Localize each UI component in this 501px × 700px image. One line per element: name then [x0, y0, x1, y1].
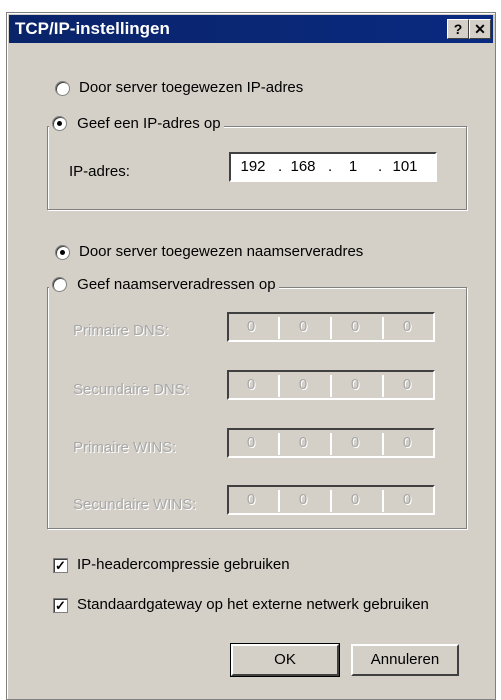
ip-octet: 0: [350, 376, 360, 393]
octet-separator: [278, 375, 280, 397]
ok-button[interactable]: OK: [230, 643, 340, 677]
ip-octet: 0: [246, 376, 256, 393]
ip-octet: 0: [246, 318, 256, 335]
ip-octet: 0: [298, 434, 308, 451]
tcpip-dialog: TCP/IP-instellingen ? ✕ Door server toeg…: [6, 12, 496, 700]
ip-octet: 0: [246, 434, 256, 451]
ip-octet: 0: [402, 376, 412, 393]
ip-octet: 0: [402, 491, 412, 508]
ip-octet: 168: [290, 158, 316, 175]
ip-octet: 0: [402, 318, 412, 335]
octet-separator: [278, 317, 280, 339]
primary-dns-label: Primaire DNS:: [73, 322, 169, 339]
ip-octet: 0: [246, 491, 256, 508]
secondary-dns-input[interactable]: 0 0 0 0: [227, 370, 435, 400]
radio-manual-dns[interactable]: [52, 276, 67, 292]
ip-octet: 0: [350, 434, 360, 451]
octet-separator: [330, 490, 332, 512]
secondary-dns-label: Secundaire DNS:: [73, 381, 189, 398]
radio-server-dns-label: Door server toegewezen naamserveradres: [79, 243, 364, 260]
header-compression-label: IP-headercompressie gebruiken: [77, 556, 290, 573]
cancel-button[interactable]: Annuleren: [351, 644, 459, 676]
ip-octet: 0: [350, 318, 360, 335]
primary-wins-label: Primaire WINS:: [73, 439, 177, 456]
ip-octet: 0: [350, 491, 360, 508]
ip-address-input[interactable]: 192 . 168 . 1 . 101: [229, 152, 437, 182]
title-bar: TCP/IP-instellingen ? ✕: [9, 15, 493, 43]
radio-server-dns[interactable]: [55, 245, 70, 260]
ip-octet: 192: [240, 158, 266, 175]
header-compression-checkbox[interactable]: ✓: [53, 558, 68, 573]
default-gateway-label: Standaardgateway op het externe netwerk …: [77, 596, 429, 613]
octet-separator: [330, 375, 332, 397]
radio-manual-dns-label: Geef naamserveradressen op: [77, 275, 276, 293]
radio-server-ip[interactable]: [55, 81, 70, 96]
ip-octet: 0: [298, 491, 308, 508]
radio-manual-ip-label: Geef een IP-adres op: [77, 114, 221, 132]
ip-octet: 0: [298, 376, 308, 393]
dns-group-legend: Geef naamserveradressen op: [49, 275, 279, 293]
octet-separator: [278, 433, 280, 455]
radio-manual-ip[interactable]: [52, 115, 67, 131]
secondary-wins-input[interactable]: 0 0 0 0: [227, 485, 435, 515]
ip-octet: 101: [392, 158, 418, 175]
octet-separator: [382, 490, 384, 512]
octet-separator: [382, 375, 384, 397]
ip-group-legend: Geef een IP-adres op: [49, 114, 224, 132]
help-button[interactable]: ?: [447, 19, 469, 39]
ip-dot: .: [278, 158, 283, 175]
ip-dot: .: [378, 158, 383, 175]
ip-address-label: IP-adres:: [69, 163, 130, 180]
close-button[interactable]: ✕: [469, 19, 491, 39]
octet-separator: [278, 490, 280, 512]
primary-dns-input[interactable]: 0 0 0 0: [227, 312, 435, 342]
window-title: TCP/IP-instellingen: [15, 19, 170, 38]
ip-dot: .: [328, 158, 333, 175]
radio-server-ip-label: Door server toegewezen IP-adres: [79, 79, 304, 96]
octet-separator: [382, 317, 384, 339]
secondary-wins-label: Secundaire WINS:: [73, 496, 197, 513]
ip-octet: 0: [298, 318, 308, 335]
ip-octet: 1: [348, 158, 358, 175]
primary-wins-input[interactable]: 0 0 0 0: [227, 428, 435, 458]
ip-octet: 0: [402, 434, 412, 451]
octet-separator: [330, 317, 332, 339]
octet-separator: [382, 433, 384, 455]
default-gateway-checkbox[interactable]: ✓: [53, 598, 68, 613]
octet-separator: [330, 433, 332, 455]
